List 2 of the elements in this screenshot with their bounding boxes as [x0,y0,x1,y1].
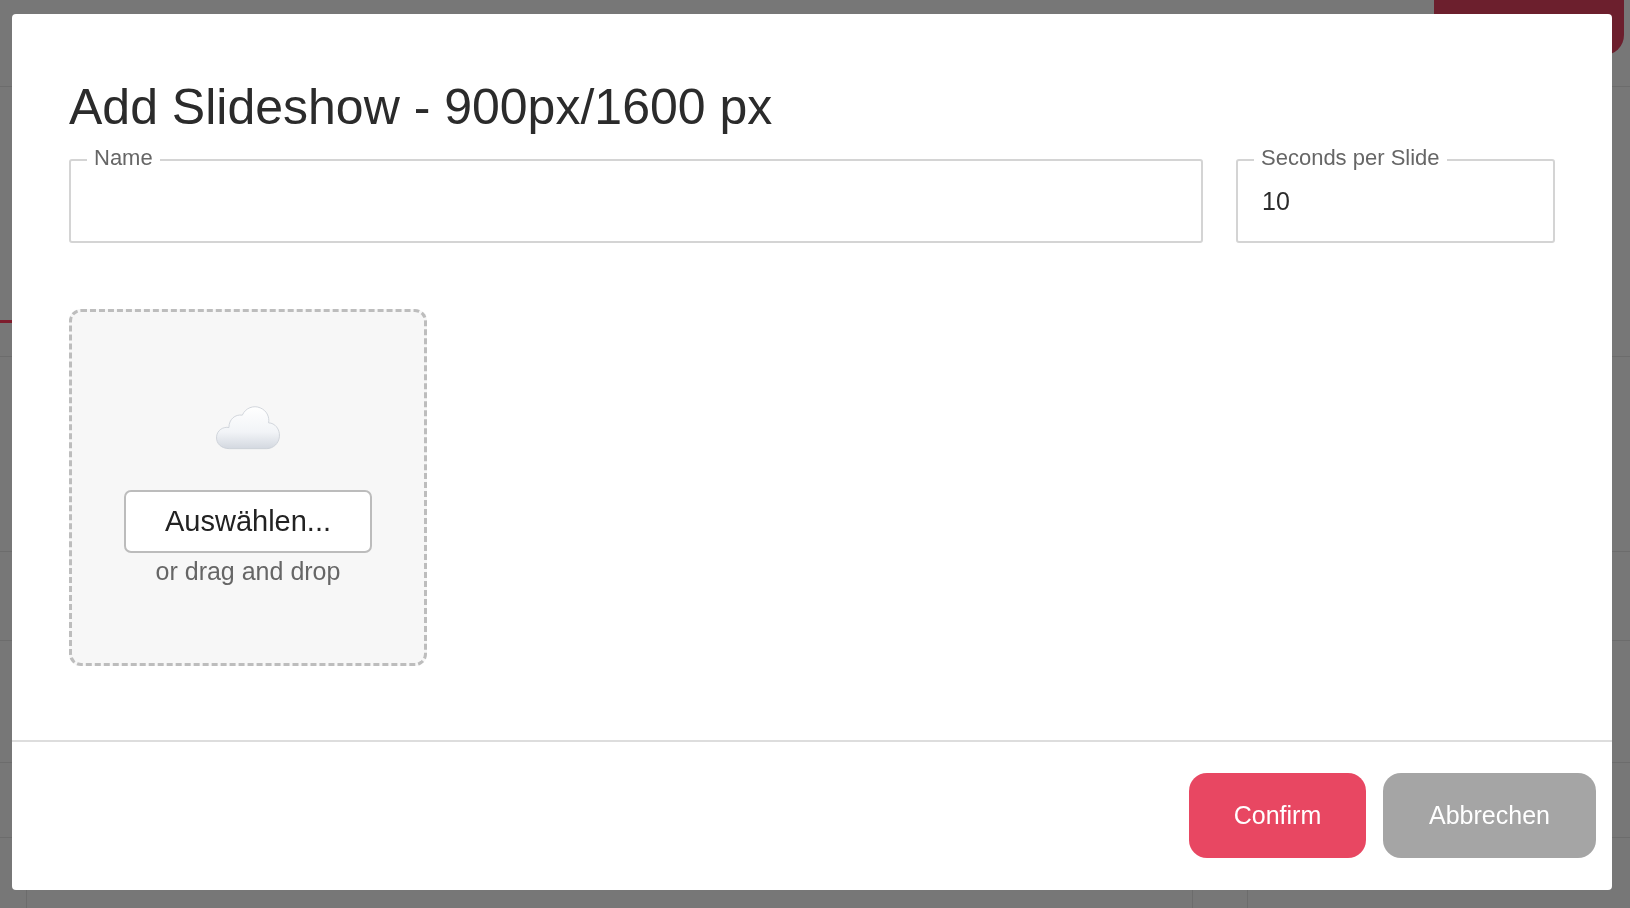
dialog-title: Add Slideshow - 900px/1600 px [69,78,773,137]
drop-hint: or drag and drop [155,556,341,587]
